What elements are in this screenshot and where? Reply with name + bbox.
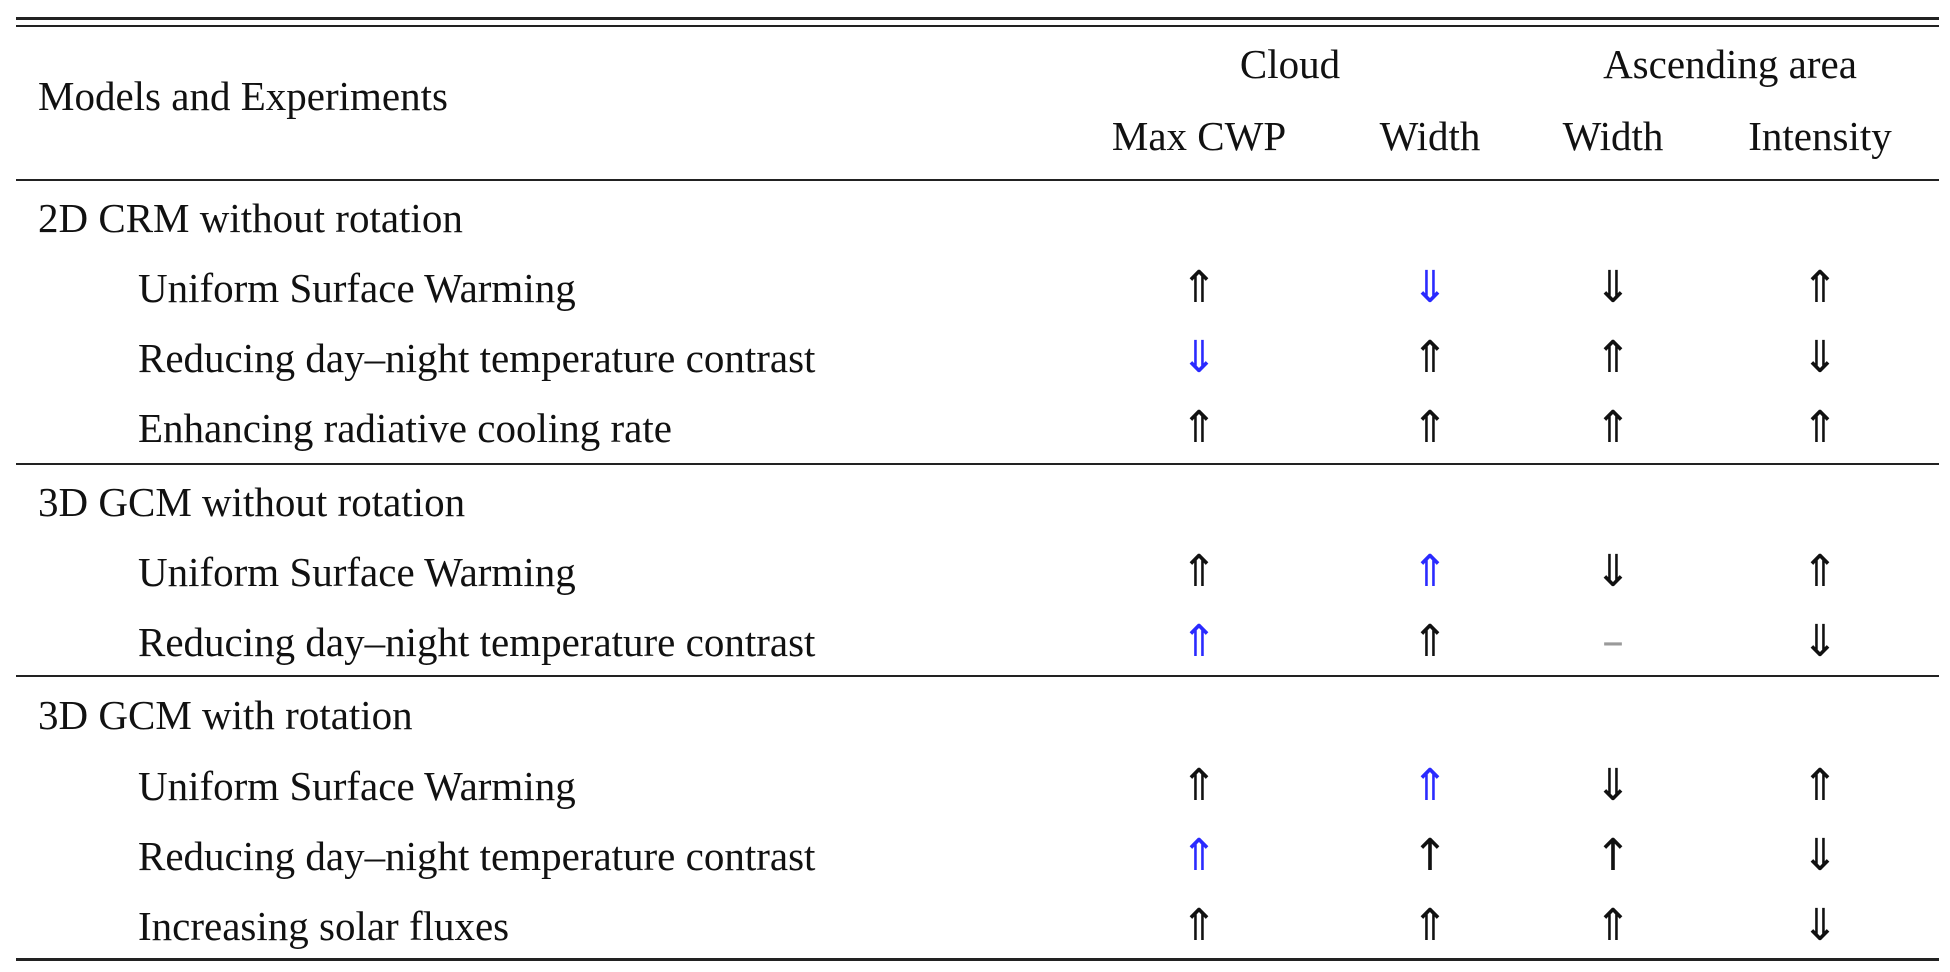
- header-models-experiments: Models and Experiments: [38, 73, 448, 119]
- double-up-arrow-icon: ⇑: [1411, 616, 1449, 667]
- double-down-arrow-icon: ⇓: [1801, 332, 1839, 383]
- double-up-arrow-icon: ⇑: [1801, 262, 1839, 313]
- header-col-ascending-width: Width: [1562, 113, 1664, 159]
- section-rule: [16, 463, 1939, 465]
- experiment-label: Increasing solar fluxes: [138, 903, 510, 949]
- experiment-label: Reducing day–night temperature contrast: [138, 833, 816, 879]
- double-up-arrow-icon: ⇑: [1180, 900, 1218, 951]
- section-title-3d-gcm-without-rotation: 3D GCM without rotation: [38, 479, 466, 525]
- double-up-arrow-icon: ⇑: [1180, 546, 1218, 597]
- double-up-arrow-icon: ⇑: [1594, 900, 1632, 951]
- double-up-arrow-icon: ⇑: [1411, 900, 1449, 951]
- header-col-intensity: Intensity: [1748, 113, 1892, 159]
- experiment-label: Uniform Surface Warming: [138, 549, 576, 595]
- double-up-arrow-icon: ⇑: [1801, 402, 1839, 453]
- double-down-arrow-icon: ⇓: [1411, 262, 1449, 313]
- up-arrow-icon: ↑: [1594, 830, 1632, 881]
- top-rule-outer: [16, 17, 1939, 20]
- header-col-cloud-width: Width: [1379, 113, 1481, 159]
- double-up-arrow-icon: ⇑: [1411, 546, 1449, 597]
- double-down-arrow-icon: ⇓: [1180, 332, 1218, 383]
- section-title-3d-gcm-with-rotation: 3D GCM with rotation: [38, 692, 413, 738]
- double-down-arrow-icon: ⇓: [1594, 760, 1632, 811]
- top-rule-inner: [16, 25, 1939, 27]
- experiment-label: Enhancing radiative cooling rate: [138, 405, 672, 451]
- double-up-arrow-icon: ⇑: [1801, 546, 1839, 597]
- double-down-arrow-icon: ⇓: [1594, 262, 1632, 313]
- header-group-cloud: Cloud: [1239, 41, 1341, 87]
- section-rule: [16, 675, 1939, 677]
- double-down-arrow-icon: ⇓: [1801, 830, 1839, 881]
- double-up-arrow-icon: ⇑: [1411, 402, 1449, 453]
- bottom-rule: [16, 958, 1939, 961]
- double-up-arrow-icon: ⇑: [1180, 616, 1218, 667]
- section-title-2d-crm-without-rotation: 2D CRM without rotation: [38, 195, 463, 241]
- experiment-label: Uniform Surface Warming: [138, 763, 576, 809]
- header-group-ascending-area: Ascending area: [1603, 41, 1857, 87]
- experiment-label: Uniform Surface Warming: [138, 265, 576, 311]
- dash-icon: –: [1602, 616, 1624, 667]
- experiment-label: Reducing day–night temperature contrast: [138, 335, 816, 381]
- up-arrow-icon: ↑: [1411, 830, 1449, 881]
- double-up-arrow-icon: ⇑: [1594, 332, 1632, 383]
- header-rule: [16, 179, 1939, 181]
- double-down-arrow-icon: ⇓: [1801, 900, 1839, 951]
- double-down-arrow-icon: ⇓: [1801, 616, 1839, 667]
- double-up-arrow-icon: ⇑: [1411, 760, 1449, 811]
- header-col-max-cwp: Max CWP: [1111, 113, 1287, 159]
- double-up-arrow-icon: ⇑: [1801, 760, 1839, 811]
- double-up-arrow-icon: ⇑: [1411, 332, 1449, 383]
- double-up-arrow-icon: ⇑: [1180, 262, 1218, 313]
- experiment-label: Reducing day–night temperature contrast: [138, 619, 816, 665]
- double-up-arrow-icon: ⇑: [1180, 402, 1218, 453]
- double-down-arrow-icon: ⇓: [1594, 546, 1632, 597]
- double-up-arrow-icon: ⇑: [1594, 402, 1632, 453]
- double-up-arrow-icon: ⇑: [1180, 760, 1218, 811]
- double-up-arrow-icon: ⇑: [1180, 830, 1218, 881]
